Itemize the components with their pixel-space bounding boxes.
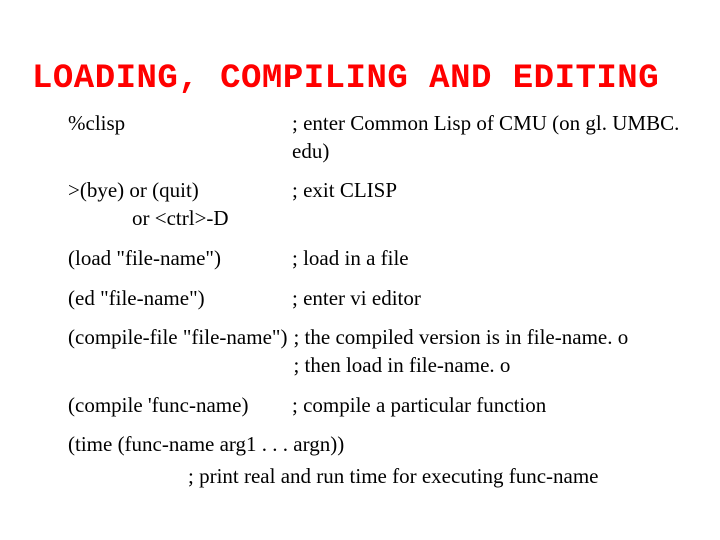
- cmd-compile: (compile 'func-name): [68, 392, 292, 420]
- row-exit: >(bye) or (quit) or <ctrl>-D ; exit CLIS…: [68, 177, 692, 232]
- comment-ed: ; enter vi editor: [292, 285, 692, 313]
- comment-compile-file-l1: ; the compiled version is in file-name. …: [293, 324, 692, 352]
- cmd-compile-file: (compile-file "file-name"): [68, 324, 287, 352]
- slide-title: LOADING, COMPILING AND EDITING: [32, 60, 692, 98]
- cmd-exit-line2: or <ctrl>-D: [68, 205, 292, 233]
- slide-body: %clisp ; enter Common Lisp of CMU (on gl…: [32, 110, 692, 491]
- row-time-comment: ; print real and run time for executing …: [188, 463, 692, 491]
- cmd-clisp: %clisp: [68, 110, 292, 138]
- row-time-cmd: (time (func-name arg1 . . . argn)): [68, 431, 692, 459]
- row-compile: (compile 'func-name) ; compile a particu…: [68, 392, 692, 420]
- cmd-time: (time (func-name arg1 . . . argn)): [68, 432, 344, 456]
- row-ed: (ed "file-name") ; enter vi editor: [68, 285, 692, 313]
- cmd-ed: (ed "file-name"): [68, 285, 292, 313]
- row-load: (load "file-name") ; load in a file: [68, 245, 692, 273]
- row-compile-file: (compile-file "file-name") ; the compile…: [68, 324, 692, 379]
- row-clisp: %clisp ; enter Common Lisp of CMU (on gl…: [68, 110, 692, 165]
- comment-compile: ; compile a particular function: [292, 392, 692, 420]
- comment-load: ; load in a file: [292, 245, 692, 273]
- slide: LOADING, COMPILING AND EDITING %clisp ; …: [0, 0, 720, 540]
- comment-clisp: ; enter Common Lisp of CMU (on gl. UMBC.…: [292, 110, 692, 165]
- cmd-load: (load "file-name"): [68, 245, 292, 273]
- comment-compile-file-l2: ; then load in file-name. o: [293, 352, 692, 380]
- cmd-exit-line1: >(bye) or (quit): [68, 177, 292, 205]
- comment-exit: ; exit CLISP: [292, 177, 692, 205]
